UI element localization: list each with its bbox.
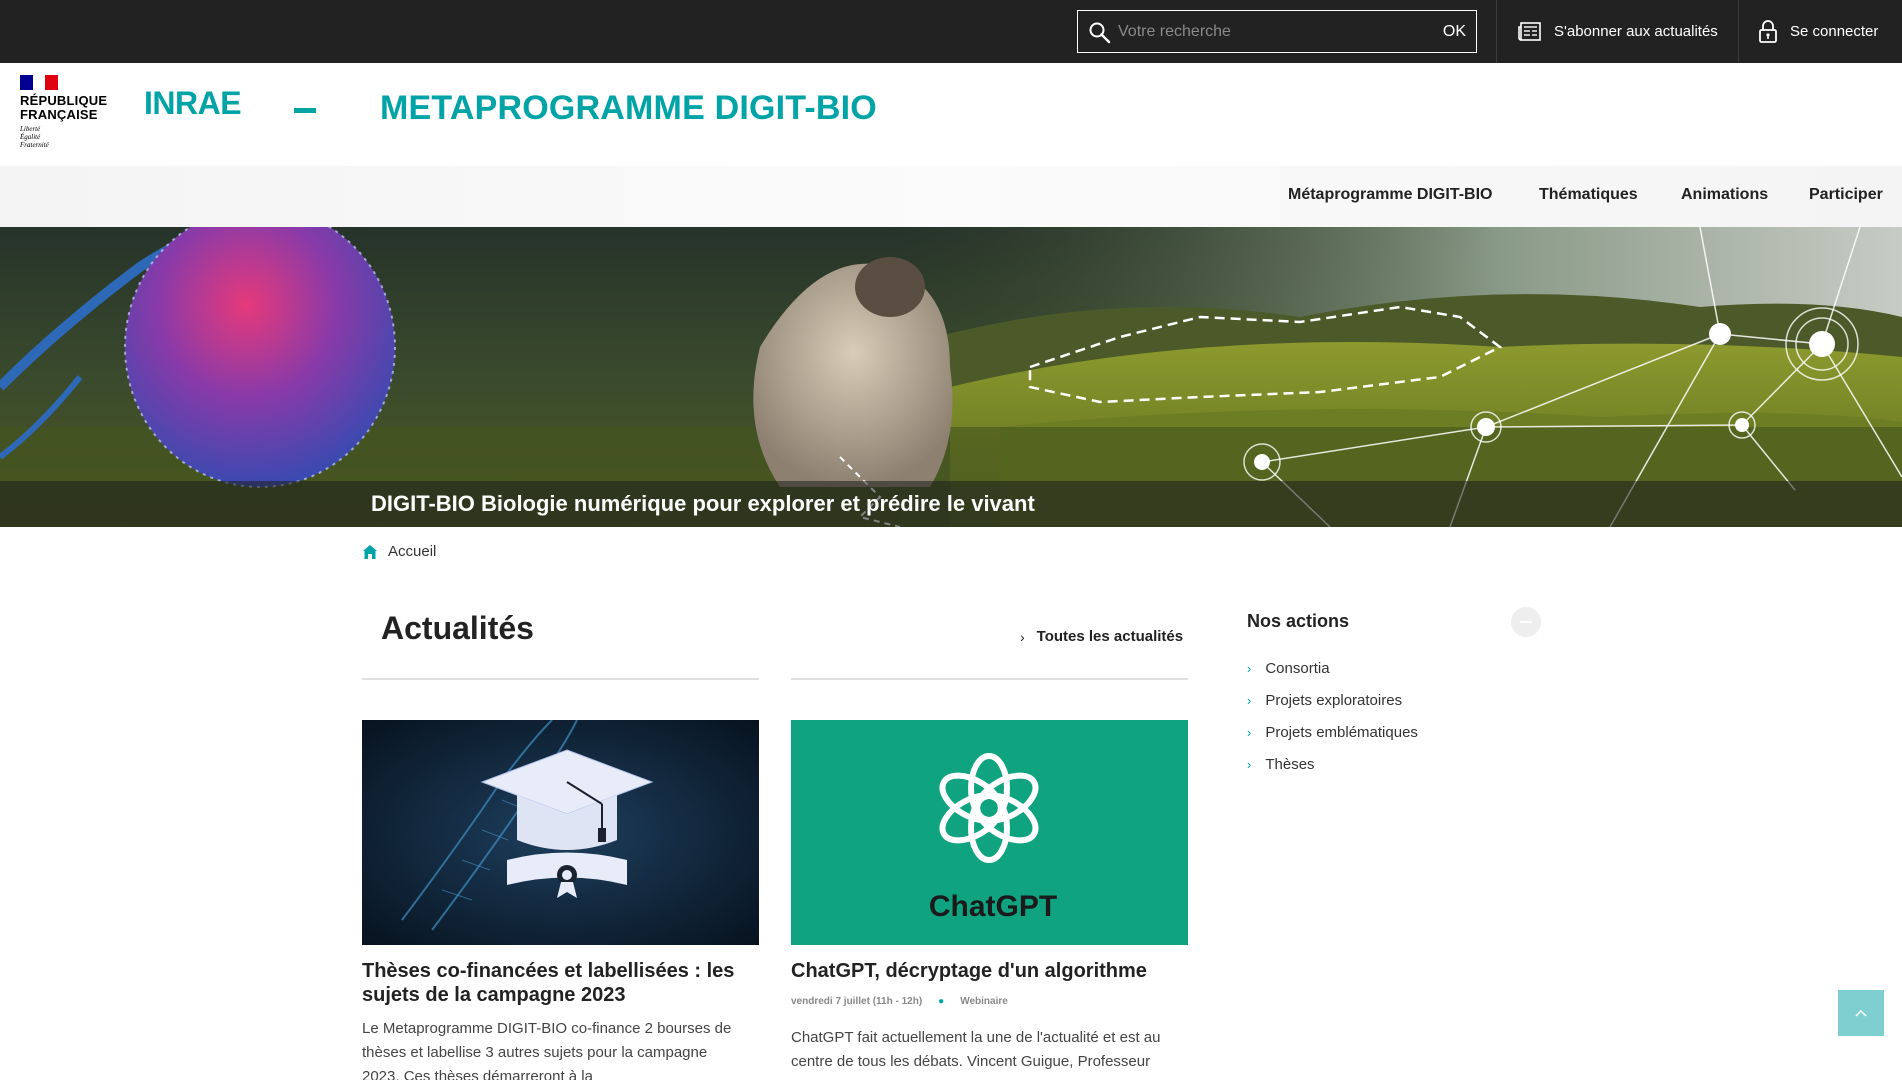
action-item-theses[interactable]: › Thèses — [1247, 748, 1418, 780]
action-item-consortia[interactable]: › Consortia — [1247, 652, 1418, 684]
subscribe-label: S'abonner aux actualités — [1554, 23, 1718, 40]
title-dash — [294, 108, 316, 113]
home-icon[interactable] — [362, 544, 378, 560]
rf-text: RÉPUBLIQUE FRANÇAISE — [20, 93, 108, 122]
all-news-label: Toutes les actualités — [1036, 628, 1184, 645]
search-box[interactable]: OK — [1077, 10, 1477, 53]
news-card-title[interactable]: ChatGPT, décryptage d'un algorithme — [791, 959, 1147, 983]
login-link[interactable]: Se connecter — [1758, 0, 1878, 63]
action-item-projets-emblematiques[interactable]: › Projets emblématiques — [1247, 716, 1418, 748]
rf-motto: Liberté Égalité Fraternité — [20, 125, 49, 149]
newspaper-icon — [1518, 21, 1541, 41]
nav-item-participer[interactable]: Participer — [1809, 186, 1883, 204]
breadcrumb-home[interactable]: Accueil — [388, 543, 436, 560]
chevron-right-icon: › — [1247, 692, 1252, 708]
banner-caption-bar: DIGIT-BIO Biologie numérique pour explor… — [0, 481, 1902, 527]
banner-caption: DIGIT-BIO Biologie numérique pour explor… — [371, 491, 1035, 516]
actions-list: › Consortia › Projets exploratoires › Proje… — [1247, 652, 1418, 780]
search-input[interactable] — [1118, 19, 1418, 45]
hero-banner: DIGIT-BIO Biologie numérique pour explor… — [0, 227, 1902, 527]
chatgpt-image-text: ChatGPT — [929, 890, 1057, 923]
subscribe-link[interactable]: S'abonner aux actualités — [1518, 0, 1718, 63]
news-card-excerpt: Le Metaprogramme DIGIT-BIO co-finance 2 … — [362, 1020, 732, 1080]
all-news-link[interactable]: › Toutes les actualités — [1020, 628, 1183, 645]
lock-icon — [1759, 19, 1777, 43]
news-card-image[interactable] — [362, 720, 759, 945]
inrae-logo[interactable]: INRAE — [144, 85, 242, 122]
arrow-up-icon — [1855, 1009, 1867, 1017]
site-header: RÉPUBLIQUE FRANÇAISE Liberté Égalité Fra… — [0, 63, 1902, 166]
chevron-right-icon: › — [1247, 660, 1252, 676]
search-ok-button[interactable]: OK — [1443, 23, 1466, 41]
news-card-image[interactable]: ChatGPT — [791, 720, 1188, 945]
nav-item-animations[interactable]: Animations — [1681, 186, 1768, 204]
collapse-toggle-button[interactable] — [1511, 607, 1541, 637]
divider — [1738, 0, 1739, 63]
chevron-right-icon: › — [1247, 724, 1252, 740]
divider — [1496, 0, 1497, 63]
event-date: vendredi 7 juillet (11h - 12h) — [791, 996, 923, 1007]
site-title[interactable]: METAPROGRAMME DIGIT-BIO — [380, 89, 877, 128]
section-rule — [362, 678, 759, 680]
chevron-right-icon: › — [1247, 756, 1252, 772]
news-card-excerpt: ChatGPT fait actuellement la une de l'ac… — [791, 1029, 1161, 1070]
login-label: Se connecter — [1790, 23, 1879, 40]
republique-francaise-logo[interactable]: RÉPUBLIQUE FRANÇAISE Liberté Égalité Fra… — [20, 75, 112, 157]
top-bar: OK S'abonner aux actualités Se connecter — [0, 0, 1902, 63]
search-icon — [1089, 22, 1111, 44]
section-rule — [791, 678, 1188, 680]
news-card-title[interactable]: Thèses co-financées et labellisées : les… — [362, 959, 734, 1007]
breadcrumb: Accueil — [362, 543, 436, 560]
news-section-title: Actualités — [381, 610, 534, 646]
chatgpt-logo-icon: ChatGPT — [791, 720, 1188, 945]
nav-item-metaprogramme[interactable]: Métaprogramme DIGIT-BIO — [1288, 186, 1492, 204]
actions-title: Nos actions — [1247, 611, 1350, 631]
news-card-meta: vendredi 7 juillet (11h - 12h) ● Webinaire — [791, 996, 1008, 1007]
event-category: Webinaire — [960, 996, 1008, 1007]
french-flag-icon — [20, 75, 59, 90]
action-item-projets-exploratoires[interactable]: › Projets exploratoires — [1247, 684, 1418, 716]
dot-separator: ● — [938, 996, 945, 1007]
main-nav: Métaprogramme DIGIT-BIO Thématiques Anim… — [0, 166, 1902, 227]
nav-item-thematiques[interactable]: Thématiques — [1539, 186, 1638, 204]
chevron-right-icon: › — [1020, 628, 1025, 645]
graduation-cap-image — [362, 720, 759, 945]
back-to-top-button[interactable] — [1838, 990, 1884, 1036]
